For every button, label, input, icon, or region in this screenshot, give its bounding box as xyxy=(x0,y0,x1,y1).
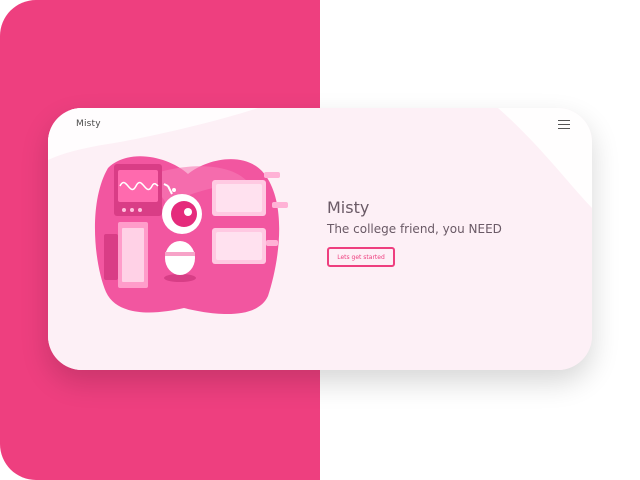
robot-body xyxy=(165,241,195,275)
robot-lab-illustration xyxy=(94,156,288,315)
hero-title: Misty xyxy=(327,198,370,217)
robot-antenna-tip xyxy=(172,188,176,192)
floating-tag xyxy=(266,240,278,246)
robot-eye xyxy=(184,208,192,216)
hamburger-menu-icon[interactable] xyxy=(558,120,570,130)
robot-shadow xyxy=(164,274,196,282)
page-stage: Misty Misty The college friend, you NEED… xyxy=(0,0,640,480)
menu-icon-bar xyxy=(558,127,570,129)
floating-tag xyxy=(264,172,280,178)
lab-knob xyxy=(130,208,134,212)
wall-panel-bottom-inner xyxy=(216,232,262,260)
menu-icon-bar xyxy=(558,123,570,126)
lab-side-console xyxy=(104,234,118,280)
hero-subtitle: The college friend, you NEED xyxy=(327,222,502,236)
lab-cabinet-panel xyxy=(122,228,144,282)
robot-face xyxy=(171,201,197,227)
lab-knob xyxy=(138,208,142,212)
menu-icon-bar xyxy=(558,120,570,122)
lab-knob xyxy=(122,208,126,212)
brand-logo-text[interactable]: Misty xyxy=(76,119,101,129)
get-started-button[interactable]: Lets get started xyxy=(327,247,395,267)
landing-card: Misty Misty The college friend, you NEED… xyxy=(48,108,592,370)
robot-body-band xyxy=(165,252,195,256)
wall-panel-top-inner xyxy=(216,184,262,212)
floating-tag xyxy=(272,202,288,208)
